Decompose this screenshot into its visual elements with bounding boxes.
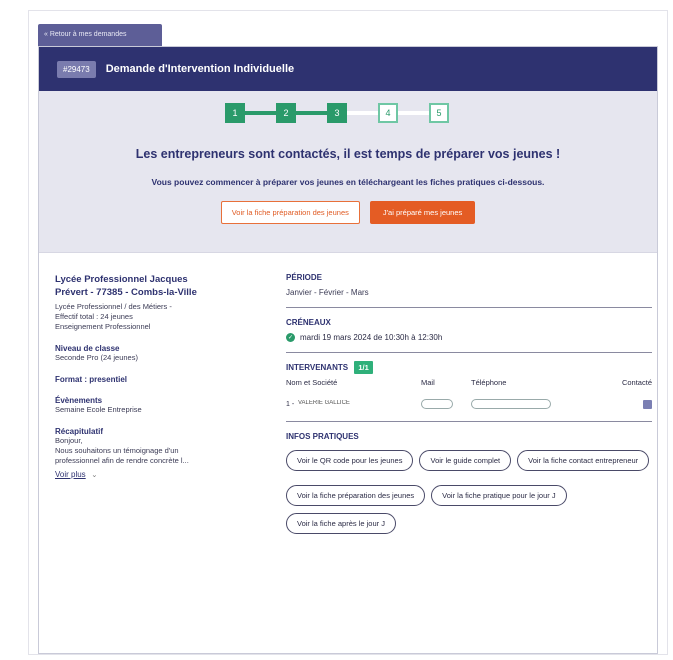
step-connector: [347, 111, 378, 115]
step-connector: [245, 111, 276, 115]
school-type: Lycée Professionnel / des Métiers -: [55, 302, 172, 311]
chevron-down-icon[interactable]: ⌄: [91, 470, 97, 479]
row-index: 1 -: [286, 400, 295, 408]
request-details: PÉRIODE Janvier - Février - Mars CRÉNEAU…: [286, 273, 652, 534]
summary-label: Récapitulatif: [55, 427, 104, 436]
divider: [286, 352, 652, 353]
contacted-cell: [606, 399, 652, 409]
see-more-link[interactable]: Voir plus: [55, 470, 86, 479]
divider: [286, 307, 652, 308]
summary-line: Bonjour,: [55, 436, 83, 445]
step-1: 1: [225, 103, 245, 123]
divider: [286, 421, 652, 422]
school-track: Enseignement Professionnel: [55, 322, 151, 331]
school-info: Lycée Professionnel Jacques Prévert - 77…: [55, 273, 255, 480]
school-name-line1: Lycée Professionnel Jacques: [55, 274, 188, 285]
speakers-header: INTERVENANTS 1/1: [286, 361, 652, 374]
step-5: 5: [429, 103, 449, 123]
class-level-label: Niveau de classe: [55, 344, 120, 353]
full-guide-link[interactable]: Voir le guide complet: [419, 450, 512, 471]
day-j-sheet-link[interactable]: Voir la fiche pratique pour le jour J: [431, 485, 567, 506]
school-name-line2: Prévert - 77385 - Combs-la-Ville: [55, 287, 197, 298]
contact-sheet-link[interactable]: Voir la fiche contact entrepreneur: [517, 450, 650, 471]
contacted-checkbox[interactable]: [643, 399, 652, 409]
events-value: Semaine Ecole Entreprise: [55, 405, 142, 414]
summary-line: Nous souhaitons un témoignage d'un: [55, 446, 179, 455]
format-label: Format : presentiel: [55, 375, 128, 384]
speakers-label: INTERVENANTS: [286, 363, 349, 372]
back-to-requests-link[interactable]: « Retour à mes demandes: [38, 24, 162, 46]
events-label: Évènements: [55, 396, 103, 405]
phone-button[interactable]: [471, 399, 551, 409]
step-2: 2: [276, 103, 296, 123]
speakers-count-badge: 1/1: [354, 361, 373, 374]
col-mail: Mail: [421, 378, 435, 387]
check-circle-icon: ✓: [286, 333, 295, 342]
col-contacted: Contacté: [621, 378, 652, 387]
status-actions: Voir la fiche préparation des jeunes J'a…: [39, 201, 657, 224]
after-day-sheet-link[interactable]: Voir la fiche après le jour J: [286, 513, 396, 534]
request-title: Demande d'Intervention Individuelle: [105, 63, 295, 75]
step-connector: [296, 111, 327, 115]
speaker-name: VALERIE GALLICE: [298, 400, 350, 406]
period-value: Janvier - Février - Mars: [286, 288, 369, 297]
slots-label: CRÉNEAUX: [286, 318, 331, 327]
preparation-sheet-link[interactable]: Voir la fiche préparation des jeunes: [286, 485, 426, 506]
col-phone: Téléphone: [471, 378, 507, 387]
practical-links: Voir le QR code pour les jeunes Voir le …: [286, 450, 652, 534]
school-headcount: Effectif total : 24 jeunes: [55, 312, 133, 321]
practical-info-label: INFOS PRATIQUES: [286, 432, 359, 441]
phone-cell: [471, 399, 606, 409]
slot-row: ✓ mardi 19 mars 2024 de 10:30h à 12:30h: [286, 333, 652, 342]
speakers-table-header: Nom et Société Mail Téléphone Contacté: [286, 378, 652, 387]
period-label: PÉRIODE: [286, 273, 323, 282]
qr-code-link[interactable]: Voir le QR code pour les jeunes: [286, 450, 414, 471]
mail-button[interactable]: [421, 399, 453, 409]
mail-cell: [421, 399, 471, 409]
slot-value: mardi 19 mars 2024 de 10:30h à 12:30h: [300, 333, 443, 342]
class-level-value: Seconde Pro (24 jeunes): [55, 353, 138, 362]
step-connector: [398, 111, 429, 115]
view-preparation-sheet-button[interactable]: Voir la fiche préparation des jeunes: [220, 201, 360, 224]
table-row: 1 - VALERIE GALLICE: [286, 397, 652, 411]
mark-prepared-button[interactable]: J'ai préparé mes jeunes: [369, 201, 476, 224]
see-more-row: Voir plus ⌄: [55, 466, 255, 480]
progress-stepper: 1 2 3 4 5: [225, 103, 449, 123]
summary-line: professionnel afin de rendre concrète l.…: [55, 456, 189, 465]
request-id-badge: #29473: [57, 60, 96, 78]
col-name-company: Nom et Société: [286, 378, 338, 387]
step-4: 4: [378, 103, 398, 123]
request-header: #29473 Demande d'Intervention Individuel…: [39, 47, 657, 91]
status-title: Les entrepreneurs sont contactés, il est…: [135, 147, 561, 161]
request-card: #29473 Demande d'Intervention Individuel…: [38, 46, 658, 654]
step-3: 3: [327, 103, 347, 123]
status-subtitle: Vous pouvez commencer à préparer vos jeu…: [151, 177, 545, 187]
status-panel: 1 2 3 4 5 Les entrepreneurs sont contact…: [39, 91, 657, 253]
